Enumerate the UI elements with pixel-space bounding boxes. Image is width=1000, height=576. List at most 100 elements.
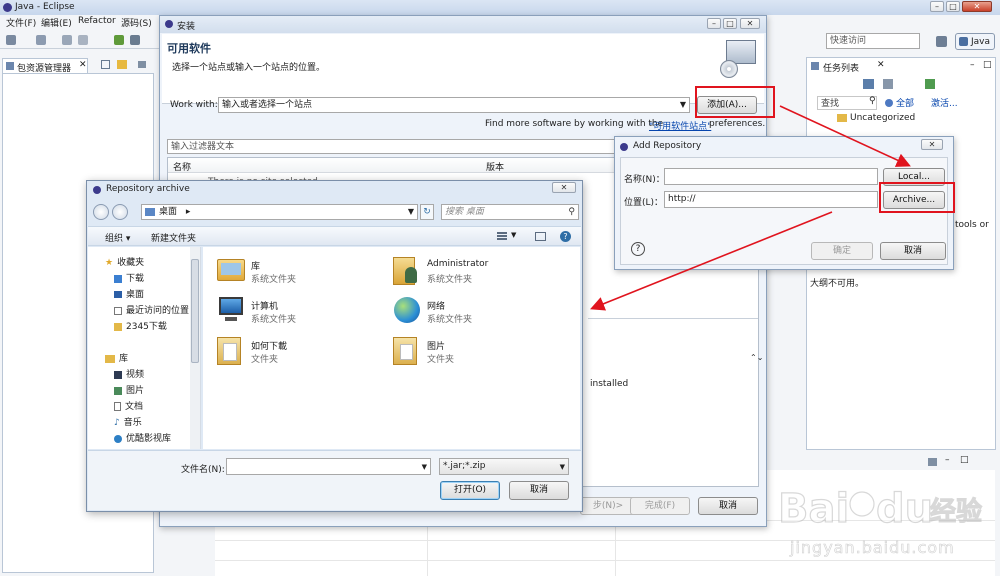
sidebar-item-documents[interactable]: 文档 [114,399,143,412]
add-repo-close-button[interactable]: ✕ [921,139,943,150]
add-repo-ok-button[interactable]: 确定 [811,242,873,260]
repo-name-input[interactable] [664,168,878,185]
file-item-administrator[interactable]: Administrator 系统文件夹 [391,255,571,289]
archive-footer: 文件名(N): ▼ *.jar;*.zip ▼ 打开(O) 取消 [88,450,581,510]
add-repo-cancel-button[interactable]: 取消 [880,242,946,260]
filename-combo[interactable]: ▼ [226,458,431,475]
find-more-suffix: preferences. [709,119,766,129]
view-menu-icon[interactable] [138,61,146,68]
filename-dropdown-icon[interactable]: ▼ [422,460,427,474]
task-all-link[interactable]: 全部 [896,96,914,109]
run-icon[interactable] [130,35,140,45]
favorites-header[interactable]: ★ 收藏夹 [105,255,144,269]
baidu-watermark: Bai du 经验 jingyan.baidu.com [772,478,996,570]
menu-refactor[interactable]: Refactor [78,16,116,26]
repo-location-input[interactable]: http:// [664,191,878,208]
search-icon[interactable]: ⚲ [869,96,876,106]
menu-edit[interactable]: 编辑(E) [41,16,72,29]
repo-location-label: 位置(L)： [624,198,664,208]
file-item-how-to-download[interactable]: 如何下載 文件夹 [215,335,375,369]
save-icon[interactable] [62,35,72,45]
repository-archive-dialog: Repository archive ✕ 桌面 ▸ ▼ ↻ 搜索 桌面 ⚲ 组织… [86,180,583,512]
eclipse-maximize-button[interactable]: □ [946,1,960,12]
back-button-icon[interactable] [93,204,109,220]
file-item-type: 系统文件夹 [427,275,473,285]
install-maximize-button[interactable]: □ [723,18,737,29]
task-filter-icon[interactable] [883,79,893,89]
sidebar-scrollbar[interactable] [190,247,200,449]
details-scroll-icon[interactable]: ⌃⌄ [750,353,763,362]
bottom-minimize-icon[interactable]: – [945,455,950,465]
package-explorer-close-icon[interactable]: ✕ [79,60,87,70]
preview-pane-icon[interactable] [535,232,546,241]
open-icon[interactable] [36,35,46,45]
link-editor-icon[interactable] [117,60,127,69]
package-explorer-tab[interactable]: 包资源管理器 ✕ [2,58,88,74]
address-bar[interactable]: 桌面 ▸ ▼ [141,204,418,220]
open-perspective-icon[interactable] [936,36,947,47]
file-item-computer[interactable]: 计算机 系统文件夹 [215,295,375,329]
file-item-library[interactable]: 库 系统文件夹 [215,255,375,289]
sidebar-item-videos[interactable]: 视频 [114,367,144,380]
task-sync-icon[interactable] [925,79,935,89]
work-with-combo[interactable]: 输入或者选择一个站点 ▼ [218,97,690,113]
java-perspective-button[interactable]: Java [955,33,995,50]
eclipse-minimize-button[interactable]: – [930,1,944,12]
sidebar-scroll-thumb[interactable] [191,259,199,363]
task-activate-link[interactable]: 激活... [931,96,958,109]
sidebar-item-desktop[interactable]: 桌面 [114,287,144,300]
archive-search-icon[interactable]: ⚲ [568,205,575,219]
bottom-view-menu-icon[interactable] [928,458,937,466]
file-type-filter[interactable]: *.jar;*.zip ▼ [439,458,569,475]
sidebar-item-recent[interactable]: 最近访问的位置 [114,303,189,316]
help-icon[interactable]: ? [631,242,645,256]
print-icon[interactable] [78,35,88,45]
sidebar-item-2345[interactable]: 2345下载 [114,319,167,332]
next-button[interactable]: 步(N)> [580,497,636,515]
bottom-maximize-icon[interactable]: □ [960,455,969,465]
sidebar-label: 音乐 [123,418,142,428]
quick-access-input[interactable]: 快速访问 [826,33,920,49]
task-list-close-icon[interactable]: ✕ [877,60,885,70]
sidebar-item-youku[interactable]: 优酷影视库 [114,431,171,444]
file-type-dropdown-icon[interactable]: ▼ [560,460,565,474]
install-close-button[interactable]: ✕ [740,18,760,29]
task-maximize-icon[interactable]: □ [983,60,992,70]
archive-sidebar: ★ 收藏夹 下载 桌面 最近访问的位置 2345下载 库 视频 图片 文档 ♪ 音乐… [88,247,201,449]
file-item-network[interactable]: 网络 系统文件夹 [391,295,571,329]
task-list-search-input[interactable]: 查找 [817,96,877,110]
finish-button[interactable]: 完成(F) [630,497,690,515]
details-separator [588,318,758,319]
address-dropdown-icon[interactable]: ▼ [408,205,414,219]
view-options-arrow-icon[interactable]: ▼ [511,231,516,239]
menu-file[interactable]: 文件(F) [6,16,36,29]
organize-menu[interactable]: 组织 ▾ [105,231,130,244]
new-icon[interactable] [6,35,16,45]
archive-search-input[interactable]: 搜索 桌面 ⚲ [441,204,579,220]
file-item-pictures[interactable]: 图片 文件夹 [391,335,571,369]
install-minimize-button[interactable]: – [707,18,721,29]
open-button[interactable]: 打开(O) [440,481,500,500]
install-cancel-button[interactable]: 取消 [698,497,758,515]
forward-button-icon[interactable] [112,204,128,220]
help-circle-icon[interactable]: ? [560,231,571,242]
available-sites-link[interactable]: "可用软件站点" [649,119,711,132]
eclipse-close-button[interactable]: ✕ [962,1,992,12]
col-version-header[interactable]: 版本 [486,160,504,173]
download-icon[interactable] [114,35,124,45]
archive-close-button[interactable]: ✕ [552,182,576,193]
filter-input[interactable]: 输入过滤器文本 [167,139,622,154]
refresh-button-icon[interactable]: ↻ [420,204,434,220]
task-minimize-icon[interactable]: – [970,60,975,70]
col-name-header[interactable]: 名称 [173,160,191,173]
menu-source[interactable]: 源码(S) [121,16,152,29]
collapse-all-icon[interactable] [101,60,110,69]
view-options-icon[interactable] [497,232,507,241]
archive-cancel-button[interactable]: 取消 [509,481,569,500]
task-new-icon[interactable] [863,79,874,89]
sidebar-item-pictures[interactable]: 图片 [114,383,144,396]
sidebar-item-music[interactable]: ♪ 音乐 [114,415,142,429]
new-folder-button[interactable]: 新建文件夹 [151,231,196,244]
sidebar-item-downloads[interactable]: 下载 [114,271,144,284]
library-header[interactable]: 库 [105,351,128,364]
